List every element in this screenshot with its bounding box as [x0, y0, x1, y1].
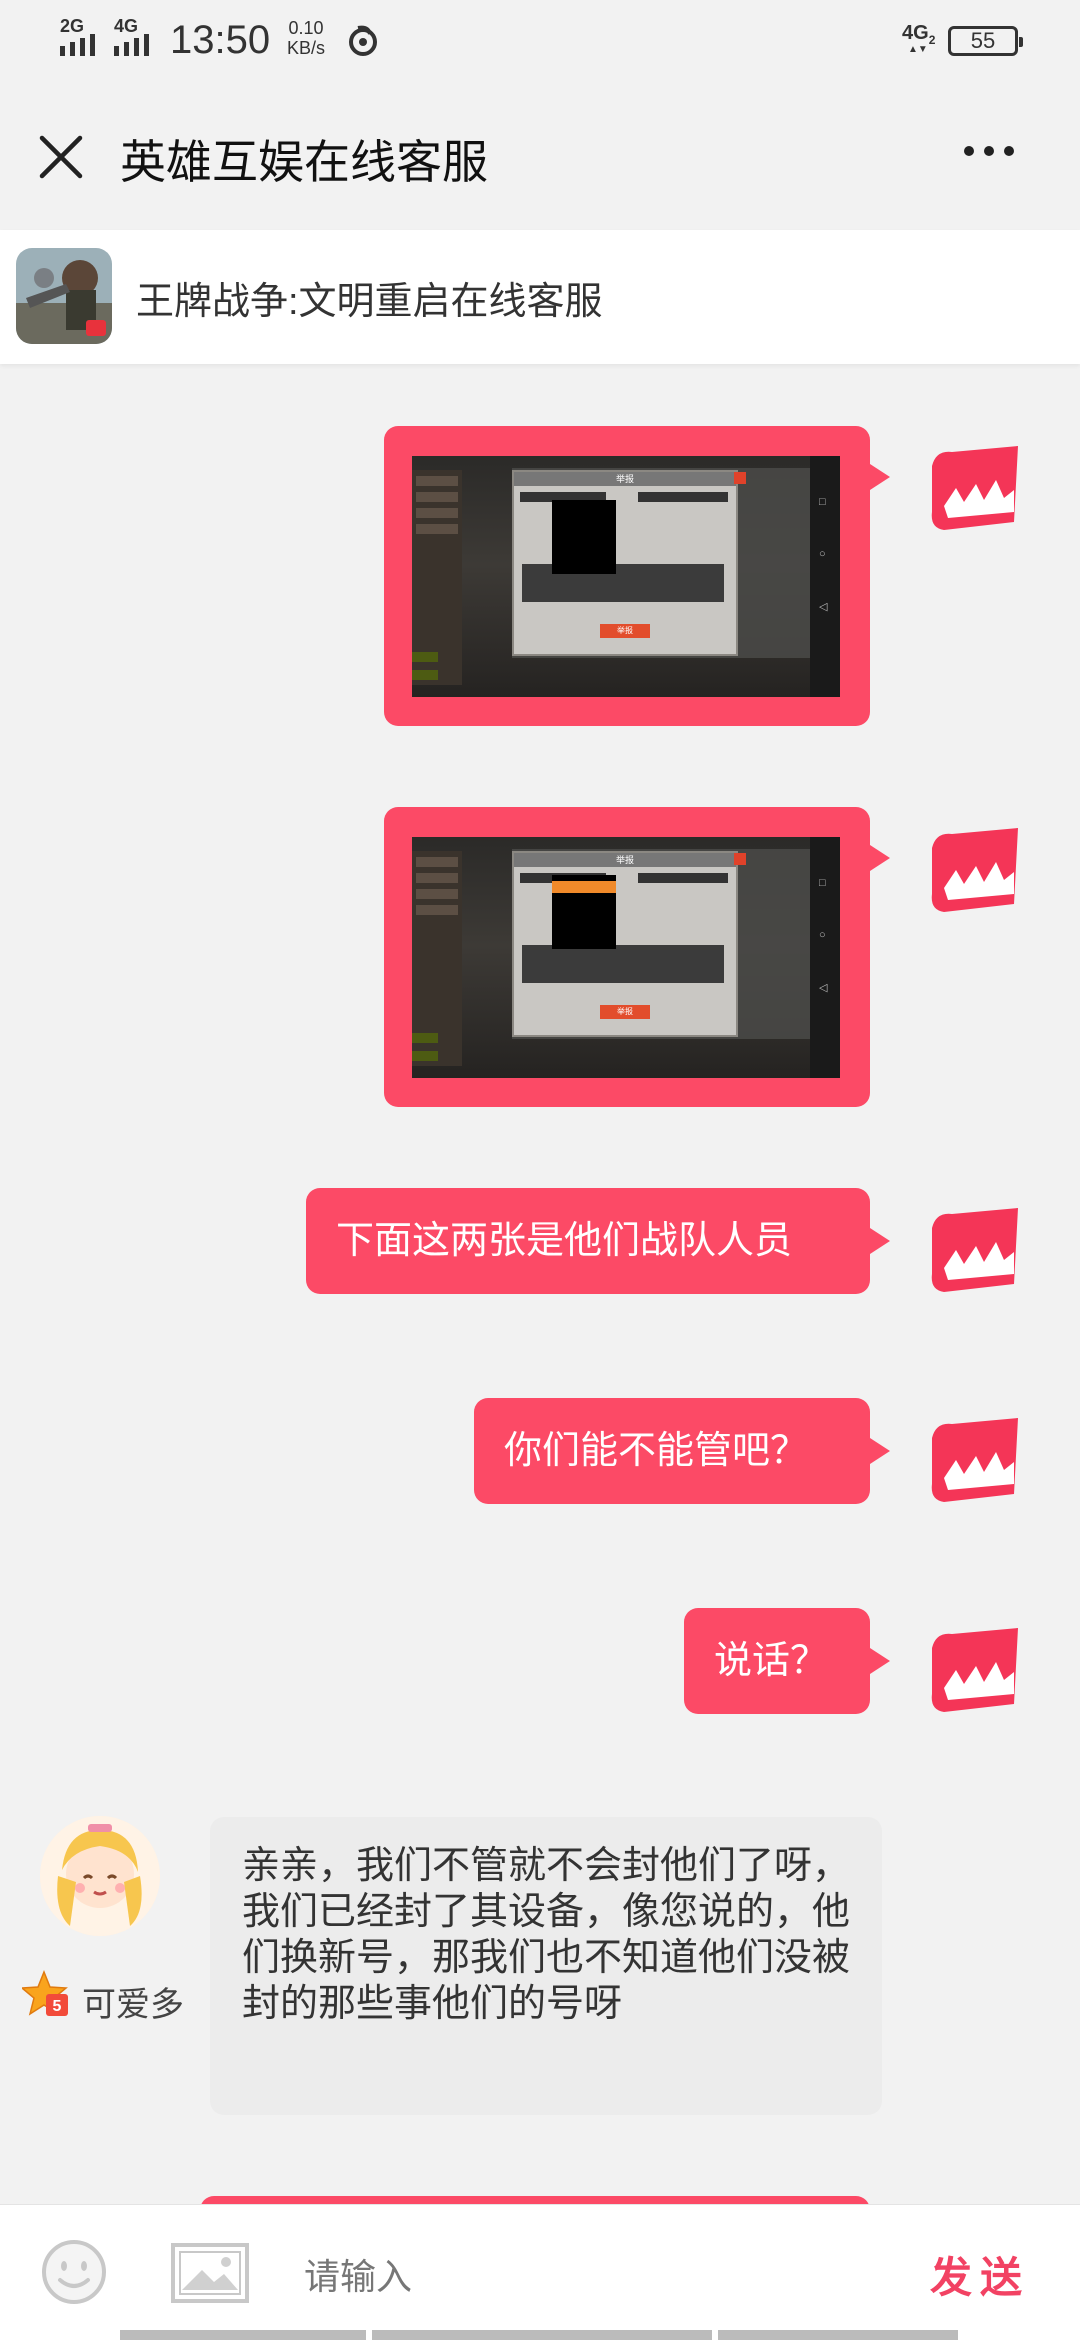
message-input[interactable]: 请输入: [304, 2248, 412, 2300]
battery-level: 55: [970, 28, 996, 53]
image-upload-icon[interactable]: [170, 2242, 250, 2304]
emoji-icon[interactable]: [40, 2238, 108, 2306]
network-label: 4G: [902, 22, 929, 44]
report-dialog: 举报 举报: [512, 470, 746, 656]
data-arrows-icon: ▲▼: [908, 44, 928, 55]
service-title: 王牌战争:文明重启在线客服: [136, 281, 603, 323]
agent-name: 可爱多: [82, 1986, 184, 2024]
user-avatar[interactable]: [926, 1202, 1020, 1296]
user-avatar[interactable]: [926, 1622, 1020, 1716]
page-title: 英雄互娱在线客服: [120, 136, 488, 188]
report-dialog: 举报 举报: [512, 851, 746, 1037]
user-avatar[interactable]: [926, 440, 1020, 534]
home-bar-segment: [372, 2330, 712, 2340]
sim-label: 2: [928, 33, 936, 47]
speed-value: 0.10: [288, 18, 324, 38]
agent-avatar[interactable]: [40, 1816, 160, 1936]
input-bar: [0, 2204, 1080, 2341]
signal-bars-2-icon: [114, 34, 149, 56]
text-message-3[interactable]: 说话？: [684, 1608, 890, 1714]
text-message-2[interactable]: 你们能不能管吧？: [474, 1398, 890, 1504]
game-logo: [16, 248, 112, 344]
status-bar: 2G 4G 13:50 0.10 KB/s 4G2 ▲▼ 55: [0, 0, 1080, 80]
clock: 13:50: [170, 18, 271, 62]
image-message-2[interactable]: 举报 举报 □ ○ ◁: [384, 807, 890, 1107]
text-message-1[interactable]: 下面这两张是他们战队人员: [306, 1188, 890, 1294]
battery-icon: 55: [948, 26, 1023, 56]
badge-level: 5: [53, 1998, 62, 2015]
screenshot-image[interactable]: 举报 举报 □ ○ ◁: [412, 837, 840, 1078]
star-level-badge-icon: 5: [22, 1970, 68, 2016]
screenshot-image[interactable]: 举报 举报 □ ○ ◁: [412, 456, 840, 697]
netease-music-icon: [349, 25, 377, 56]
send-button[interactable]: 发送: [930, 2244, 1030, 2305]
speed-unit: KB/s: [287, 38, 326, 58]
agent-message[interactable]: 亲亲，我们不管就不会封他们了呀，我们已经封了其设备，像您说的，他们换新号，那我们…: [210, 1817, 882, 2115]
image-message-1[interactable]: 举报 举报 □ ○ ◁: [384, 426, 890, 726]
network-speed: 0.10 KB/s: [287, 18, 325, 58]
more-menu-icon[interactable]: [964, 146, 1014, 156]
dialog-submit: 举报: [600, 624, 650, 638]
user-avatar[interactable]: [926, 1412, 1020, 1506]
user-avatar[interactable]: [926, 822, 1020, 916]
home-bar-segment: [718, 2330, 958, 2340]
signal-bars-1-icon: [60, 34, 95, 56]
dialog-title: 举报: [514, 472, 736, 486]
home-bar-segment: [120, 2330, 366, 2340]
close-icon[interactable]: [38, 134, 84, 180]
